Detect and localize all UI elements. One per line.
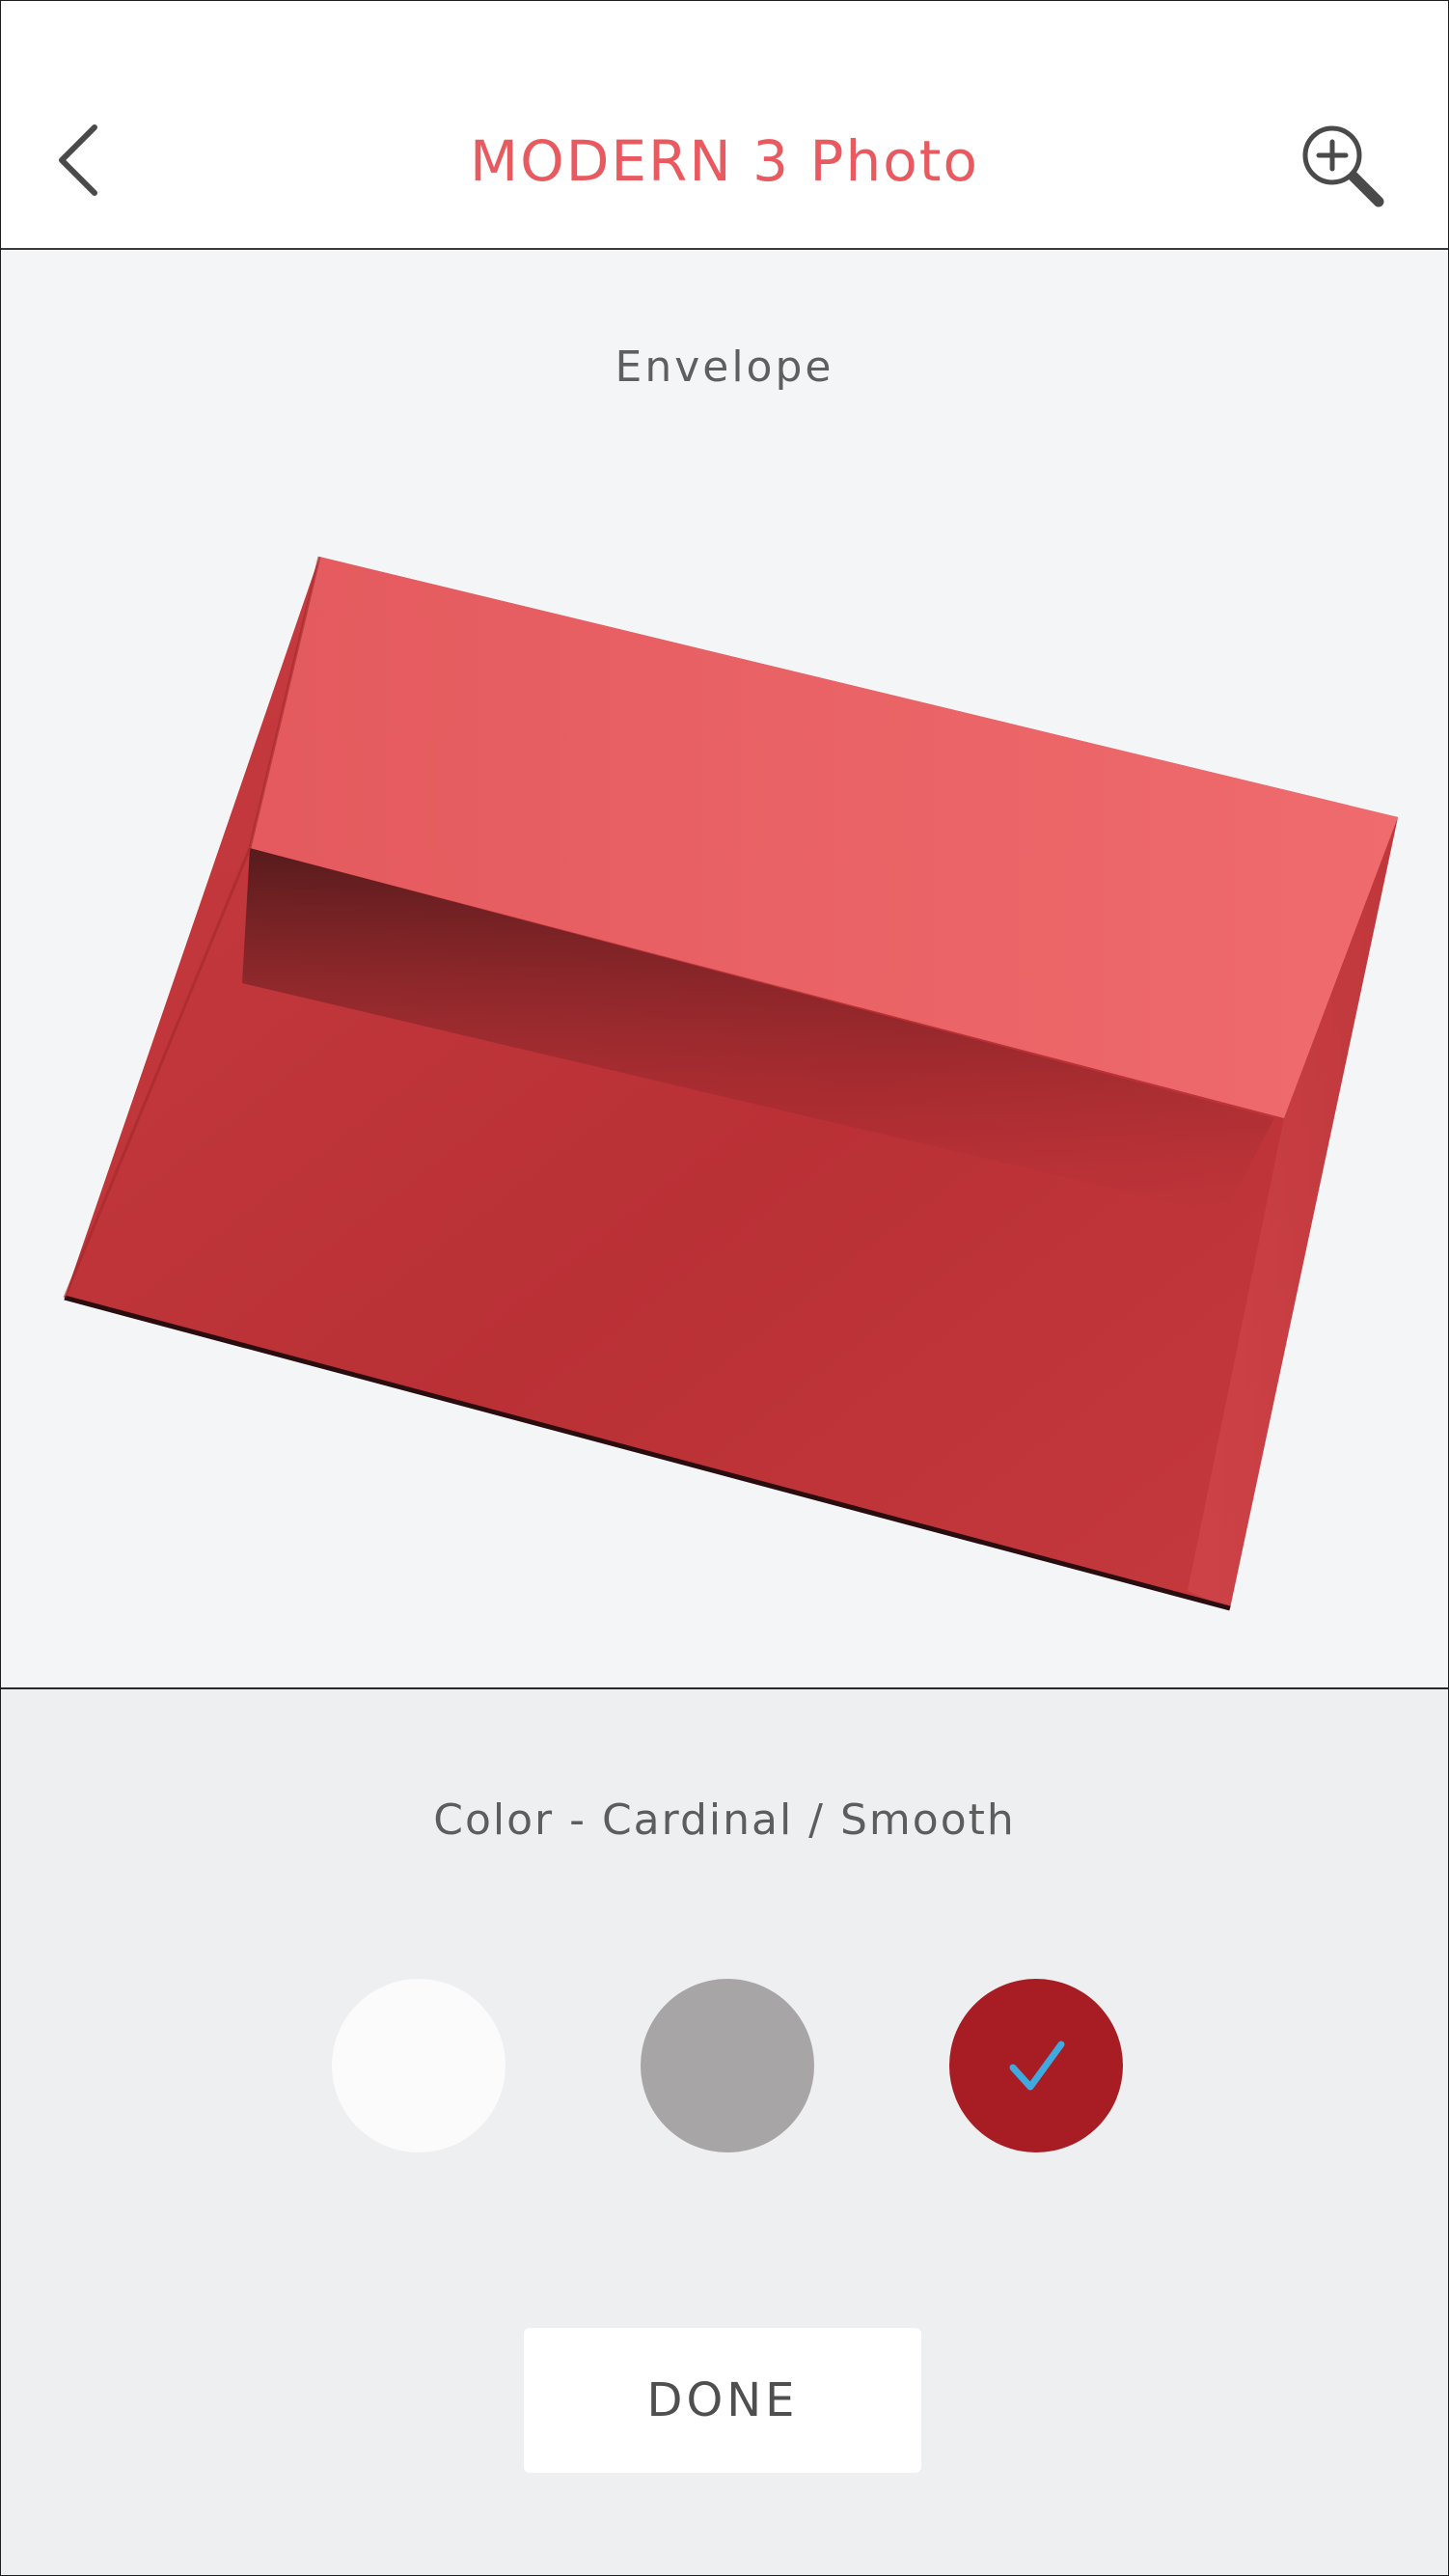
done-button[interactable]: DONE: [524, 2328, 921, 2473]
red-envelope-image: [63, 556, 1398, 1611]
color-selection-label: Color - Cardinal / Smooth: [433, 1795, 1016, 1845]
app-frame: MODERN 3 Photo Envelope Color - Cardinal…: [0, 0, 1449, 2576]
header-bar: MODERN 3 Photo: [1, 1, 1448, 250]
page-title: MODERN 3 Photo: [470, 128, 979, 194]
zoom-in-icon: [1302, 125, 1384, 207]
swatch-white[interactable]: [332, 1979, 506, 2152]
envelope-preview: Envelope: [1, 250, 1448, 1689]
zoom-button[interactable]: [1294, 117, 1390, 213]
color-options-panel: Color - Cardinal / Smooth DONE: [1, 1689, 1448, 2575]
checkmark-icon: [1009, 2041, 1065, 2091]
swatch-gray[interactable]: [641, 1979, 814, 2152]
swatch-cardinal[interactable]: [949, 1979, 1123, 2152]
